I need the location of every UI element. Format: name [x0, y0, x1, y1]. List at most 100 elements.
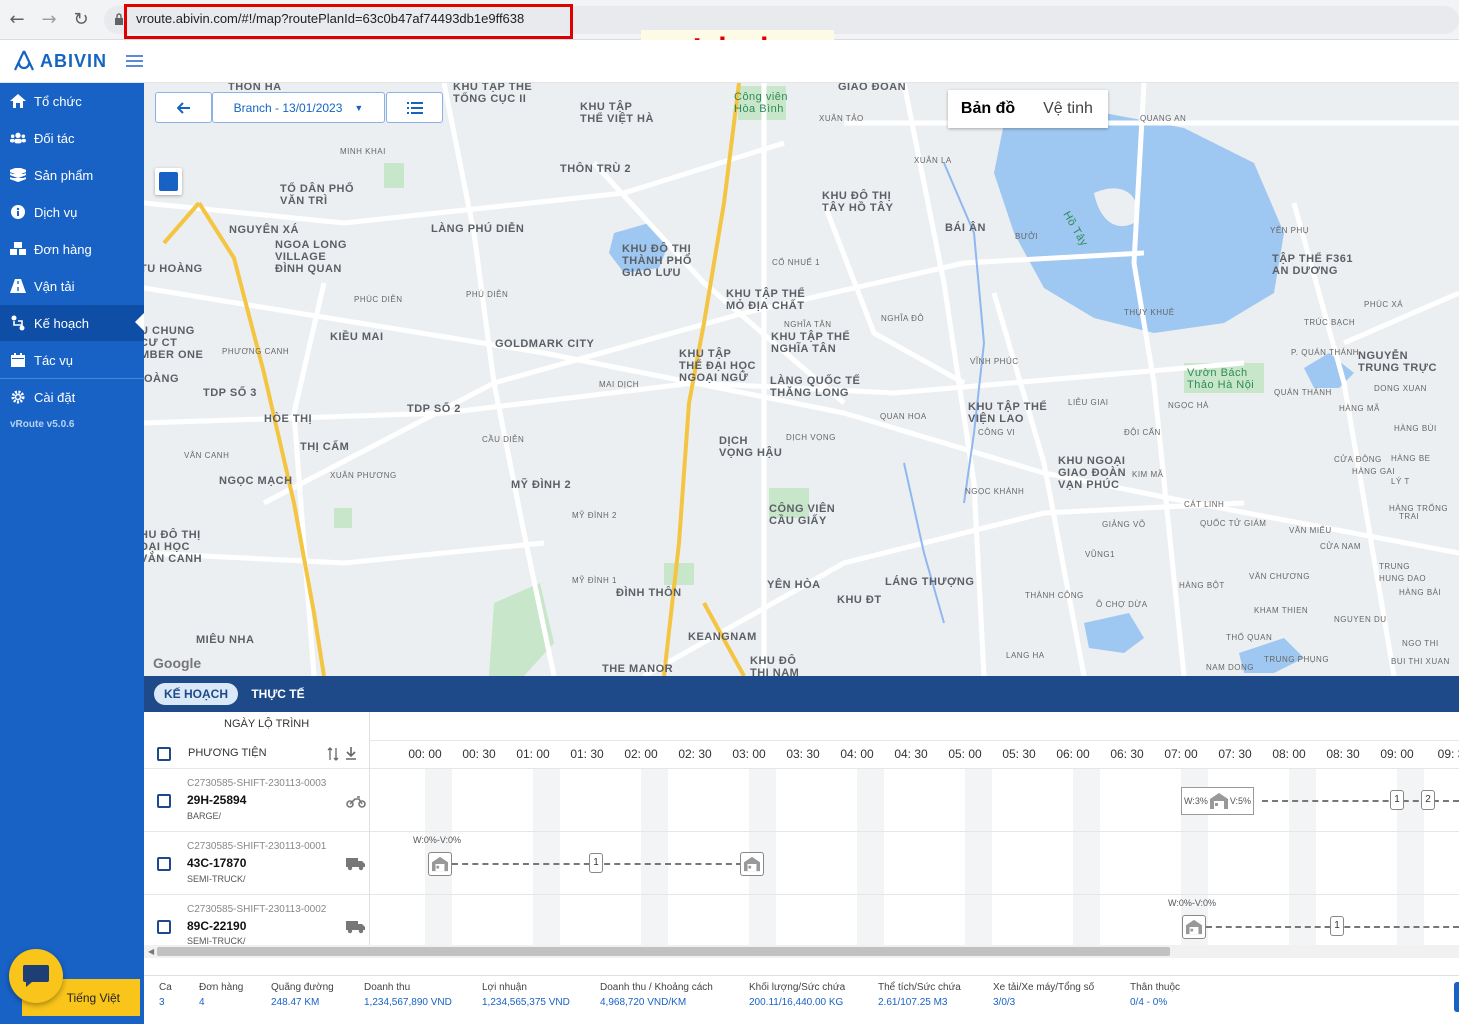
sidebar-item-partners[interactable]: Đối tác [0, 120, 144, 156]
time-stripe [1289, 769, 1316, 945]
sidebar-item-label: Đơn hàng [34, 241, 92, 257]
time-label: 03: 30 [786, 747, 820, 761]
stop-marker[interactable]: 2 [1421, 790, 1435, 810]
horizontal-scrollbar[interactable]: ◀ [144, 945, 1459, 958]
lock-icon [115, 13, 123, 25]
time-label: 00: 00 [408, 747, 442, 761]
menu-toggle-icon[interactable] [126, 55, 143, 68]
stat-familiarity: Thân thuộc 0/4 - 0% [1130, 982, 1181, 1008]
capacity-label: W:0%-V:0% [413, 835, 462, 845]
stop-marker[interactable]: 1 [589, 853, 603, 873]
vehicle-plate[interactable]: 43C-17870 [187, 856, 246, 870]
sidebar-item-label: Kế hoạch [34, 315, 89, 331]
calendar-icon [10, 352, 26, 368]
stat-weight-capacity: Khối lượng/Sức chứa 200.11/16,440.00 KG [749, 982, 846, 1008]
back-button[interactable] [155, 92, 212, 123]
caret-down-icon: ▼ [354, 102, 364, 113]
sidebar-item-orders[interactable]: Đơn hàng [0, 231, 144, 267]
sidebar-item-services[interactable]: Dịch vụ [0, 194, 144, 230]
gantt-chart: NGÀY LỘ TRÌNH PHƯƠNG TIỆN C2730585-SHIFT… [144, 712, 1459, 945]
app-version: vRoute v5.0.6 [10, 419, 75, 430]
abivin-logo-icon [14, 50, 34, 71]
stat-volume-capacity: Thể tích/Sức chứa 2.61/107.25 M3 [878, 982, 961, 1008]
time-label: 03: 00 [732, 747, 766, 761]
time-label: 01: 00 [516, 747, 550, 761]
weight-percent: W:3% [1184, 796, 1208, 806]
reload-icon[interactable]: ↻ [70, 9, 92, 31]
row-checkbox[interactable] [157, 857, 171, 871]
scroll-left-icon[interactable]: ◀ [148, 947, 154, 956]
sidebar-item-planning[interactable]: Kế hoạch [0, 305, 144, 341]
motorbike-icon [346, 796, 366, 808]
sidebar-item-label: Tác vụ [34, 352, 74, 368]
shift-id: C2730585-SHIFT-230113-0001 [187, 841, 327, 852]
active-indicator [135, 313, 144, 331]
sidebar-item-transport[interactable]: Vận tải [0, 268, 144, 304]
branch-date-select[interactable]: Branch - 13/01/2023 ▼ [212, 92, 385, 123]
vehicle-plate[interactable]: 89C-22190 [187, 919, 246, 933]
vehicle-header: PHƯƠNG TIỆN [188, 747, 267, 759]
time-label: 08: 00 [1272, 747, 1306, 761]
tab-actual[interactable]: THỰC TẾ [244, 683, 312, 705]
warehouse-icon[interactable] [428, 852, 452, 876]
sidebar-item-tasks[interactable]: Tác vụ [0, 342, 144, 378]
map-type-satellite-button[interactable]: Vệ tinh [1028, 90, 1108, 128]
volume-percent: V:5% [1229, 796, 1252, 806]
footer-side-tab[interactable] [1454, 982, 1459, 1012]
stat-profit: Lợi nhuận 1,234,565,375 VND [482, 982, 570, 1008]
header-divider [370, 740, 1459, 741]
time-label: 05: 00 [948, 747, 982, 761]
shift-id: C2730585-SHIFT-230113-0002 [187, 904, 327, 915]
sidebar-item-organization[interactable]: Tổ chức [0, 83, 144, 119]
map-type-switch: Bản đồ Vệ tinh [948, 90, 1108, 128]
time-label: 08: 30 [1326, 747, 1360, 761]
map-type-map-button[interactable]: Bản đồ [948, 90, 1028, 128]
row-checkbox[interactable] [157, 920, 171, 934]
abivin-logo[interactable]: ABIVIN [12, 49, 107, 73]
truck-icon [346, 921, 365, 934]
forward-arrow-icon[interactable]: → [38, 9, 60, 31]
back-arrow-icon[interactable]: ← [6, 9, 28, 31]
vehicle-plate[interactable]: 29H-25894 [187, 793, 246, 807]
time-stripe [641, 769, 668, 945]
list-view-button[interactable] [386, 92, 443, 123]
home-icon [10, 93, 26, 109]
gear-icon [10, 389, 26, 405]
time-label: 06: 00 [1056, 747, 1090, 761]
google-logo: Google [153, 655, 202, 671]
branch-date-label: Branch - 13/01/2023 [233, 100, 343, 115]
shift-id: C2730585-SHIFT-230113-0003 [187, 778, 327, 789]
cubes-icon [10, 241, 26, 257]
map-canvas[interactable]: THÔN HA KHU TẬP THỂ TỔNG CỤC II KHU TẬP TH… [144, 83, 1459, 676]
vehicle-type: BARGE/ [187, 811, 222, 821]
row-checkbox[interactable] [157, 794, 171, 808]
plan-tabs: KẾ HOẠCH THỰC TẾ [144, 676, 1459, 712]
chat-button[interactable] [9, 949, 63, 1003]
warehouse-icon[interactable] [740, 852, 764, 876]
road-icon [10, 278, 26, 294]
scrollbar-thumb[interactable] [157, 947, 1170, 956]
stat-revenue-per-distance: Doanh thu / Khoảng cách 4,968,720 VND/KM [600, 982, 713, 1008]
warehouse-icon[interactable] [1182, 915, 1206, 939]
route-start-block[interactable]: W:3% V:5% [1181, 787, 1255, 815]
sidebar-item-settings[interactable]: Cài đặt [0, 379, 144, 415]
sidebar-item-label: Sản phẩm [34, 167, 94, 183]
sidebar: Tổ chức Đối tác Sản phẩm Dịch vụ Đơn hàn… [0, 83, 144, 1024]
sidebar-item-products[interactable]: Sản phẩm [0, 157, 144, 193]
sort-icon[interactable] [327, 747, 339, 761]
draw-shape-button[interactable] [155, 168, 182, 195]
tab-plan[interactable]: KẾ HOẠCH [154, 683, 238, 705]
time-stripe [1073, 769, 1100, 945]
users-icon [10, 130, 26, 146]
vehicle-type: SEMI-TRUCK/ [187, 874, 246, 884]
stop-marker[interactable]: 1 [1330, 916, 1344, 936]
time-label: 07: 30 [1218, 747, 1252, 761]
time-label: 09: 3 [1437, 747, 1459, 761]
stop-marker[interactable]: 1 [1390, 790, 1404, 810]
logo-text: ABIVIN [40, 50, 108, 71]
download-icon[interactable] [345, 747, 357, 760]
select-all-checkbox[interactable] [157, 747, 171, 761]
capacity-label: W:0%-V:0% [1168, 898, 1217, 908]
time-label: 00: 30 [462, 747, 496, 761]
sidebar-item-label: Đối tác [34, 130, 75, 146]
